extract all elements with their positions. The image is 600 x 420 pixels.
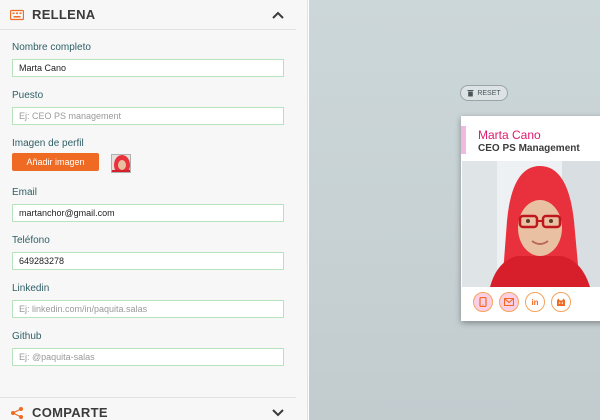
name-label: Nombre completo <box>12 42 91 53</box>
email-label: Email <box>12 187 38 198</box>
add-image-button[interactable]: Añadir imagen <box>12 153 99 171</box>
profile-photo <box>462 161 600 287</box>
linkedin-label: Linkedin <box>12 283 50 294</box>
reset-button[interactable]: RESET <box>460 85 508 101</box>
card-preview-area: RESET Marta Cano CEO PS Management in <box>309 0 600 420</box>
role-label: Puesto <box>12 90 44 101</box>
rellena-header[interactable]: RELLENA <box>0 0 296 30</box>
name-field[interactable] <box>12 59 284 77</box>
phone-field[interactable] <box>12 252 284 270</box>
chevron-down-icon[interactable] <box>270 407 286 419</box>
phone-icon[interactable] <box>473 292 493 312</box>
form-panel: RELLENA Nombre completo Puesto Imagen de… <box>0 0 308 420</box>
phone-label: Teléfono <box>12 235 50 246</box>
card-contact-icons: in <box>473 292 571 312</box>
card-name: Marta Cano <box>478 128 541 142</box>
mail-icon[interactable] <box>499 292 519 312</box>
github-icon[interactable] <box>551 292 571 312</box>
svg-text:in: in <box>531 298 538 307</box>
avatar-thumbnail[interactable] <box>111 154 131 173</box>
reset-label: RESET <box>477 89 501 97</box>
github-field[interactable] <box>12 348 284 366</box>
card-photo <box>462 161 600 287</box>
email-field[interactable] <box>12 204 284 222</box>
share-title: COMPARTE <box>32 405 108 420</box>
image-label: Imagen de perfil <box>12 138 84 149</box>
card-role: CEO PS Management <box>478 143 580 154</box>
card-accent-bar <box>461 126 466 154</box>
linkedin-field[interactable] <box>12 300 284 318</box>
business-card: Marta Cano CEO PS Management in <box>461 116 600 321</box>
keyboard-icon <box>10 9 24 20</box>
chevron-up-icon[interactable] <box>270 9 286 21</box>
comparte-header[interactable]: COMPARTE <box>0 397 296 420</box>
share-icon <box>11 406 23 419</box>
role-field[interactable] <box>12 107 284 125</box>
section-title: RELLENA <box>32 7 96 22</box>
github-label: Github <box>12 331 42 342</box>
trash-icon <box>467 90 474 97</box>
avatar-image <box>112 155 130 172</box>
linkedin-icon[interactable]: in <box>525 292 545 312</box>
